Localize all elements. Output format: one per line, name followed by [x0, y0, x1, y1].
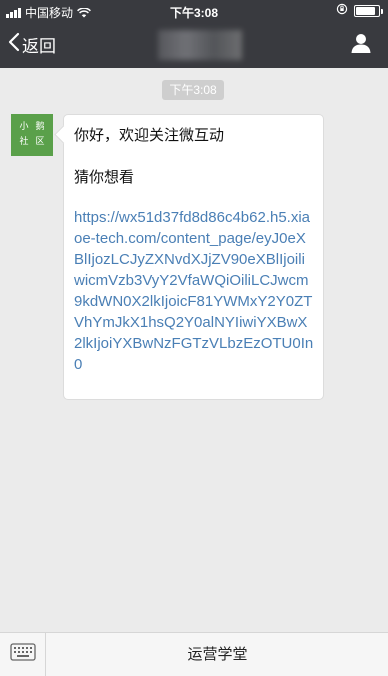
navigation-bar: 返回 [0, 22, 388, 68]
back-button[interactable]: 返回 [8, 32, 56, 57]
back-label: 返回 [22, 37, 56, 56]
menu-item-yunying-xuetang[interactable]: 运营学堂 [47, 633, 388, 676]
bottom-menu-bar: 运营学堂 [0, 632, 388, 676]
message-text: 猜你想看 [74, 169, 135, 186]
orientation-lock-icon [336, 3, 348, 18]
message-text: 你好，欢迎关注微互动 [74, 127, 225, 144]
avatar-char: 鹅 [35, 122, 45, 132]
page-title-blurred [158, 30, 242, 60]
message-timestamp: 下午3:08 [162, 80, 224, 100]
avatar-char: 小 [19, 122, 29, 132]
battery-fill [356, 6, 375, 15]
message-bubble[interactable]: 你好，欢迎关注微互动 猜你想看 https://wx51d37fd8d86c4b… [63, 114, 324, 400]
chevron-left-icon [8, 32, 20, 57]
status-time: 下午3:08 [169, 6, 219, 20]
chat-area[interactable]: 下午3:08 小 鹅 社 区 你好，欢迎关注微互动 猜你想看 https://w… [0, 68, 388, 632]
top-bar: 中国移动 下午3:08 返回 [0, 0, 388, 68]
status-right [336, 3, 383, 18]
person-icon[interactable] [350, 32, 372, 59]
status-bar: 中国移动 下午3:08 [0, 0, 388, 22]
avatar-char: 社 [19, 137, 29, 147]
avatar[interactable]: 小 鹅 社 区 [11, 114, 53, 156]
avatar-char: 区 [35, 137, 45, 147]
message-link[interactable]: https://wx51d37fd8d86c4b62.h5.xiaoe-tech… [74, 207, 314, 375]
keyboard-toggle-button[interactable] [0, 633, 46, 676]
keyboard-icon [9, 643, 36, 666]
battery-icon [354, 4, 383, 17]
